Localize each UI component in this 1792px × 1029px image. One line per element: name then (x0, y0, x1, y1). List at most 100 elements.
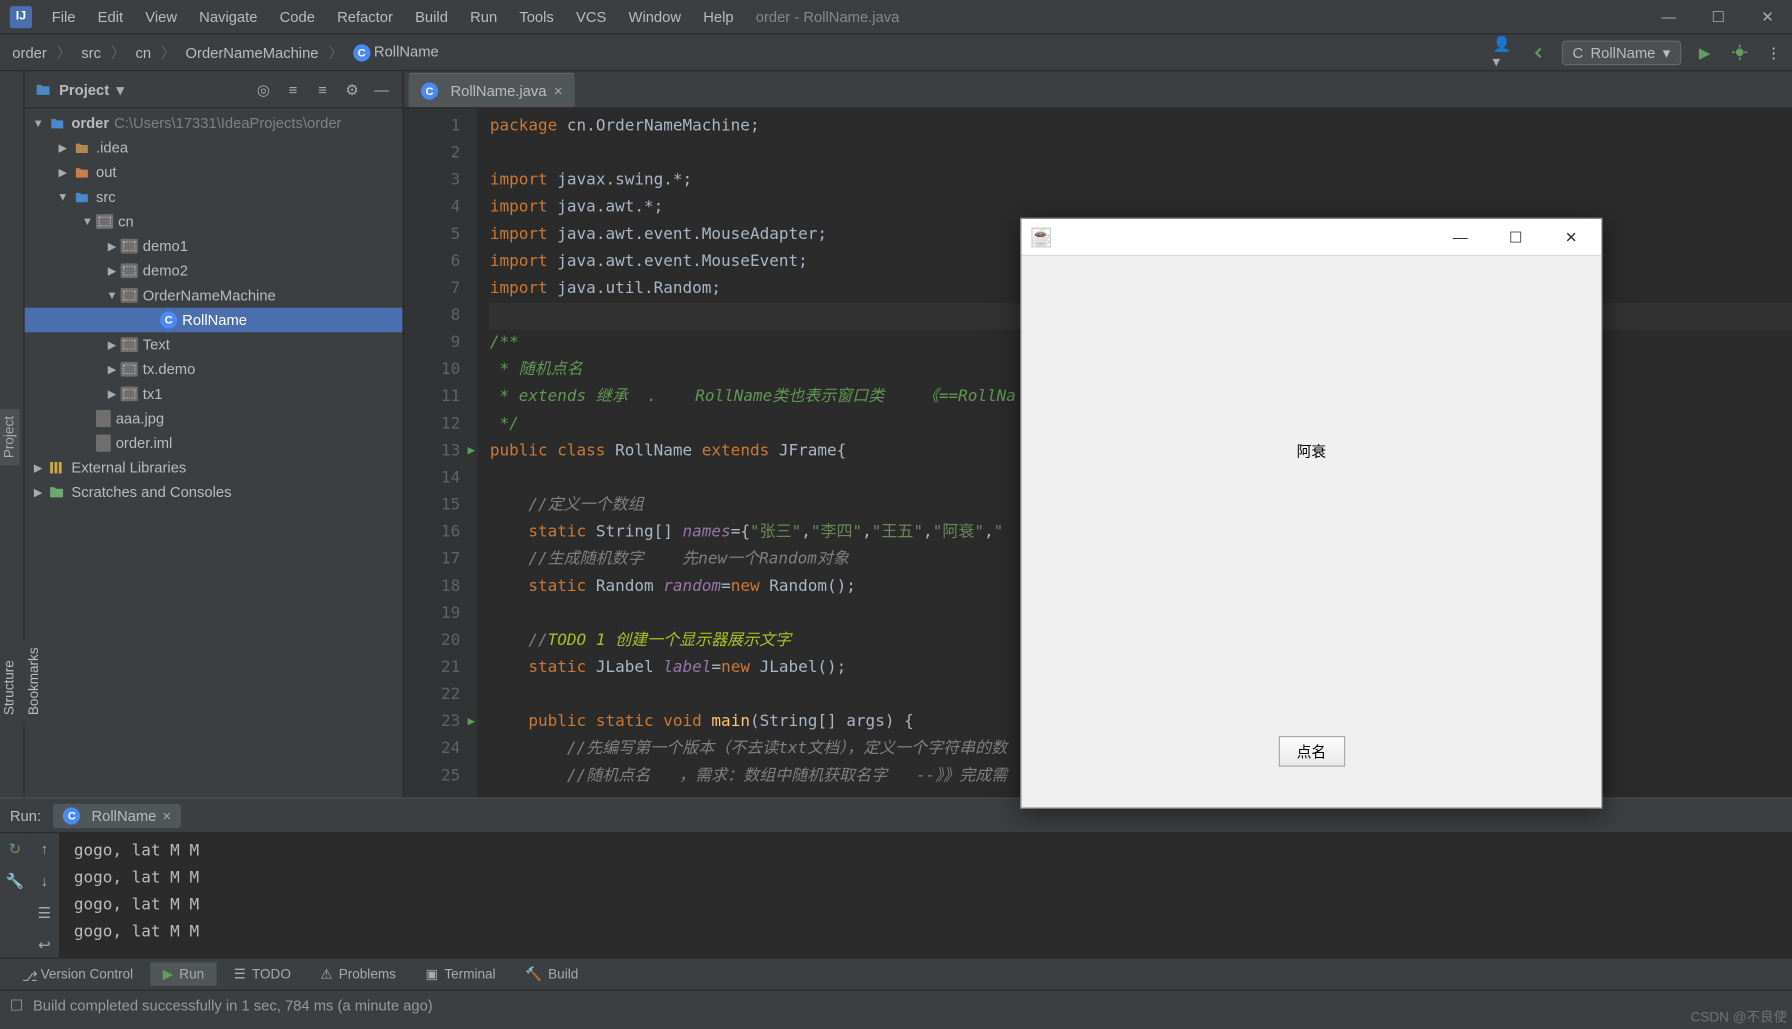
warning-icon: ⚠ (320, 966, 332, 982)
menu-navigate[interactable]: Navigate (189, 3, 267, 30)
tree-demo2[interactable]: demo2 (25, 258, 403, 283)
rerun-button[interactable]: ↻ (4, 838, 26, 860)
close-tab-icon[interactable]: × (554, 82, 563, 99)
run-button[interactable]: ▶ (1694, 41, 1716, 63)
tree-src[interactable]: src (25, 185, 403, 210)
crumb-project[interactable]: order (7, 41, 51, 63)
menu-help[interactable]: Help (693, 3, 743, 30)
class-icon: C (63, 807, 80, 824)
chevron-down-icon[interactable]: ▾ (117, 81, 124, 98)
wrench-icon[interactable]: 🔧 (4, 870, 26, 892)
class-icon: C (353, 44, 370, 61)
status-icon: ☐ (10, 996, 23, 1013)
up-icon[interactable]: ↑ (33, 838, 55, 860)
main-menu[interactable]: File Edit View Navigate Code Refactor Bu… (42, 3, 1644, 30)
tree-ext-libs[interactable]: External Libraries (25, 455, 403, 480)
bottom-tool-tabs: ⎇Version Control ▶Run ☰TODO ⚠Problems ▣T… (0, 958, 1792, 990)
add-user-icon[interactable]: 👤▾ (1492, 41, 1514, 63)
editor-tab-label: RollName.java (450, 82, 546, 99)
run-panel: Run: C RollName × ↻ 🔧 ↑ ↓ ☰ ↩ gogo, lat … (0, 798, 1792, 958)
tab-terminal[interactable]: ▣Terminal (413, 962, 508, 985)
collapse-icon[interactable]: ≡ (311, 78, 333, 100)
play-icon: ▶ (163, 966, 173, 982)
target-icon[interactable]: ◎ (252, 78, 274, 100)
menu-refactor[interactable]: Refactor (327, 3, 403, 30)
swing-roll-button[interactable]: 点名 (1278, 736, 1344, 767)
tree-cn[interactable]: cn (25, 209, 403, 234)
tree-idea[interactable]: .idea (25, 135, 403, 160)
editor-tab-bar: C RollName.java × (404, 71, 1792, 108)
menu-edit[interactable]: Edit (88, 3, 133, 30)
swing-name-label: 阿衰 (1297, 441, 1327, 462)
tree-out[interactable]: out (25, 160, 403, 185)
minimize-button[interactable]: — (1644, 0, 1693, 34)
down-icon[interactable]: ↓ (33, 870, 55, 892)
close-button[interactable]: ✕ (1743, 0, 1792, 34)
project-tree[interactable]: orderC:\Users\17331\IdeaProjects\order .… (25, 108, 403, 797)
window-title: order - RollName.java (746, 3, 909, 30)
tree-orderiml[interactable]: order.iml (25, 431, 403, 456)
branch-icon: ⎇ (22, 968, 34, 980)
class-icon: C (421, 82, 438, 99)
breadcrumbs[interactable]: order〉 src〉 cn〉 OrderNameMachine〉 CRollN… (7, 41, 1492, 64)
crumb-class[interactable]: CRollName (348, 41, 444, 64)
tree-onm[interactable]: OrderNameMachine (25, 283, 403, 308)
tree-demo1[interactable]: demo1 (25, 234, 403, 259)
tree-rollname[interactable]: CRollName (25, 308, 403, 333)
more-actions-icon[interactable]: ⋮ (1762, 41, 1784, 63)
watermark: CSDN @不良使 (1691, 1007, 1788, 1027)
gear-icon[interactable]: ⚙ (341, 78, 363, 100)
tree-txdemo[interactable]: tx.demo (25, 357, 403, 382)
stop-button[interactable] (4, 902, 26, 924)
left-tool-tabs-bottom: Structure Bookmarks (0, 640, 25, 723)
maximize-button[interactable]: ☐ (1694, 0, 1743, 34)
run-label: Run: (10, 807, 41, 824)
swing-minimize-button[interactable]: — (1433, 220, 1488, 254)
editor-gutter[interactable]: 12345678910111213▶14151617181920212223▶2… (404, 108, 478, 797)
menu-vcs[interactable]: VCS (566, 3, 616, 30)
back-icon[interactable] (1527, 41, 1549, 63)
filter-icon[interactable]: ☰ (33, 902, 55, 924)
swing-title-bar[interactable]: ☕ — ☐ ✕ (1022, 219, 1602, 256)
crumb-package[interactable]: OrderNameMachine (181, 41, 324, 63)
tab-version-control[interactable]: ⎇Version Control (10, 963, 146, 985)
menu-run[interactable]: Run (460, 3, 507, 30)
crumb-cn[interactable]: cn (131, 41, 156, 63)
swing-close-button[interactable]: ✕ (1543, 220, 1598, 254)
editor-tab[interactable]: C RollName.java × (409, 73, 575, 107)
hammer -icon: 🔨 (525, 966, 542, 982)
structure-tool-tab[interactable]: Structure (0, 640, 20, 723)
tree-aaa[interactable]: aaa.jpg (25, 406, 403, 431)
debug-button[interactable] (1728, 41, 1750, 63)
swing-maximize-button[interactable]: ☐ (1488, 220, 1543, 254)
run-tab[interactable]: C RollName × (53, 803, 181, 828)
class-icon: C (1572, 44, 1583, 61)
hide-icon[interactable]: — (370, 78, 392, 100)
menu-view[interactable]: View (135, 3, 186, 30)
tab-todo[interactable]: ☰TODO (221, 962, 303, 985)
tree-text[interactable]: Text (25, 332, 403, 357)
run-configuration[interactable]: C RollName ▾ (1561, 40, 1681, 65)
swing-body: 阿衰 点名 (1022, 256, 1602, 807)
status-text: Build completed successfully in 1 sec, 7… (33, 996, 433, 1013)
project-tool-tab[interactable]: Project (0, 408, 20, 465)
wrap-иш -icon[interactable]: ↩ (33, 934, 55, 956)
menu-file[interactable]: File (42, 3, 85, 30)
tree-root[interactable]: orderC:\Users\17331\IdeaProjects\order (25, 111, 403, 136)
menu-code[interactable]: Code (270, 3, 325, 30)
tree-tx1[interactable]: tx1 (25, 382, 403, 407)
tab-problems[interactable]: ⚠Problems (308, 962, 408, 985)
run-config-name: RollName (1591, 44, 1656, 61)
tab-build[interactable]: 🔨Build (513, 962, 591, 985)
menu-tools[interactable]: Tools (509, 3, 563, 30)
expand-icon[interactable]: ≡ (282, 78, 304, 100)
close-icon[interactable]: × (163, 807, 172, 824)
run-console[interactable]: gogo, lat M Mgogo, lat M Mgogo, lat M Mg… (59, 833, 1792, 957)
tab-run[interactable]: ▶Run (150, 962, 216, 985)
menu-build[interactable]: Build (405, 3, 458, 30)
bookmarks-tool-tab[interactable]: Bookmarks (25, 640, 45, 723)
tree-scratch[interactable]: Scratches and Consoles (25, 480, 403, 505)
swing-window[interactable]: ☕ — ☐ ✕ 阿衰 点名 (1020, 218, 1602, 809)
menu-window[interactable]: Window (619, 3, 691, 30)
crumb-src[interactable]: src (76, 41, 106, 63)
